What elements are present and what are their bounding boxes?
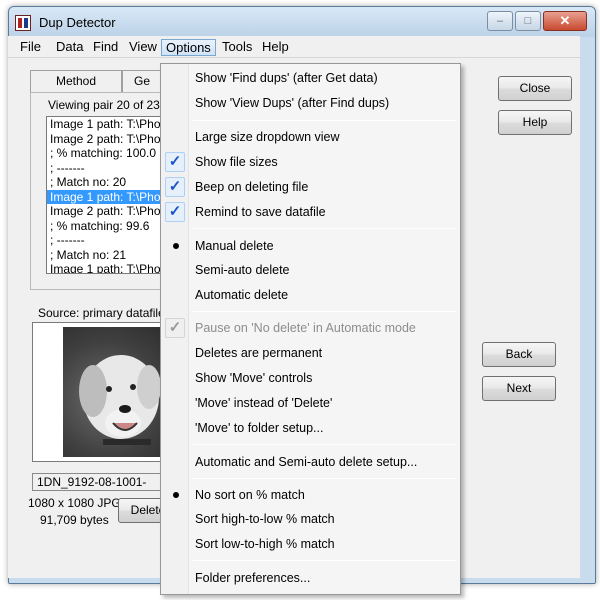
menu-item-label: Show 'Move' controls — [195, 371, 313, 385]
menu-item-label: Automatic and Semi-auto delete setup... — [195, 455, 418, 469]
menu-item-large-dropdown[interactable]: Large size dropdown view — [163, 126, 458, 148]
tab-get[interactable]: Ge — [122, 70, 162, 92]
menu-item-show-view-dups[interactable]: Show 'View Dups' (after Find dups) — [163, 92, 458, 114]
menu-item-label: Show file sizes — [195, 155, 278, 169]
menu-help[interactable]: Help — [258, 39, 293, 56]
menu-item-automatic-delete[interactable]: Automatic delete — [163, 284, 458, 306]
menu-file[interactable]: File — [16, 39, 45, 56]
radio-bullet-icon — [173, 492, 179, 498]
menu-options[interactable]: Options — [161, 39, 216, 56]
menu-item-sort-high-to-low[interactable]: Sort high-to-low % match — [163, 508, 458, 530]
pair-header: Viewing pair 20 of 230 — [48, 98, 167, 112]
menu-item-manual-delete[interactable]: Manual delete — [163, 235, 458, 257]
menu-item-deletes-permanent[interactable]: Deletes are permanent — [163, 342, 458, 364]
dog-image — [79, 355, 161, 445]
menu-item-folder-preferences[interactable]: Folder preferences... — [163, 567, 458, 589]
menu-item-label: 'Move' to folder setup... — [195, 421, 324, 435]
checkmark-icon: ✓ — [165, 318, 185, 338]
menu-tools[interactable]: Tools — [218, 39, 256, 56]
list-item[interactable]: ; Match no: 20 — [47, 175, 161, 190]
list-item[interactable]: ; % matching: 99.6 — [47, 219, 161, 234]
source-label: Source: primary datafile — [38, 306, 165, 320]
menu-separator — [193, 120, 456, 121]
menu-item-label: Sort high-to-low % match — [195, 512, 335, 526]
menu-item-no-sort[interactable]: No sort on % match — [163, 484, 458, 506]
list-item[interactable]: ; ------- — [47, 161, 161, 176]
image-preview-frame — [32, 322, 172, 462]
help-button[interactable]: Help — [498, 110, 572, 135]
menu-item-show-move-controls[interactable]: Show 'Move' controls — [163, 367, 458, 389]
menu-separator — [193, 478, 456, 479]
list-item[interactable]: Image 1 path: T:\Photo — [47, 117, 161, 132]
match-list[interactable]: Image 1 path: T:\Photo Image 2 path: T:\… — [46, 116, 162, 274]
list-item[interactable]: ; % matching: 100.0 — [47, 146, 161, 161]
list-item-selected[interactable]: Image 1 path: T:\Photo — [47, 189, 161, 204]
menu-item-semi-auto-delete[interactable]: Semi-auto delete — [163, 259, 458, 281]
menu-item-label: Folder preferences... — [195, 571, 311, 585]
menu-view[interactable]: View — [125, 39, 161, 56]
list-item[interactable]: Image 1 path: T:\Photo — [47, 262, 161, 273]
menu-data[interactable]: Data — [52, 39, 87, 56]
menu-separator — [193, 311, 456, 312]
menu-item-remind-save[interactable]: ✓ Remind to save datafile — [163, 201, 458, 223]
menu-item-label: Semi-auto delete — [195, 263, 290, 277]
menu-item-label: Pause on 'No delete' in Automatic mode — [195, 321, 416, 335]
image-file-size: 91,709 bytes — [40, 513, 109, 527]
menu-separator — [193, 444, 456, 445]
image-dimensions: 1080 x 1080 JPG — [28, 496, 121, 510]
next-button[interactable]: Next — [482, 376, 556, 401]
back-button[interactable]: Back — [482, 342, 556, 367]
menu-bar: File Data Find View Options Tools Help — [8, 36, 580, 58]
app-icon[interactable] — [15, 15, 31, 31]
menu-item-show-file-sizes[interactable]: ✓ Show file sizes — [163, 151, 458, 173]
menu-item-label: 'Move' instead of 'Delete' — [195, 396, 333, 410]
checkmark-icon: ✓ — [165, 177, 185, 197]
tab-method[interactable]: Method — [30, 70, 122, 92]
menu-item-label: Beep on deleting file — [195, 180, 309, 194]
list-item[interactable]: ; Match no: 21 — [47, 248, 161, 263]
menu-item-label: Large size dropdown view — [195, 130, 340, 144]
minimize-button[interactable]: – — [487, 11, 513, 31]
menu-item-label: No sort on % match — [195, 488, 305, 502]
dog-photo — [63, 327, 171, 457]
menu-item-label: Remind to save datafile — [195, 205, 326, 219]
menu-separator — [193, 228, 456, 229]
checkmark-icon: ✓ — [165, 202, 185, 222]
menu-item-label: Sort low-to-high % match — [195, 537, 335, 551]
window-title: Dup Detector — [39, 15, 116, 30]
menu-separator — [193, 560, 456, 561]
menu-item-pause-no-delete: ✓ Pause on 'No delete' in Automatic mode — [163, 317, 458, 339]
menu-item-label: Manual delete — [195, 239, 274, 253]
menu-item-label: Show 'View Dups' (after Find dups) — [195, 96, 390, 110]
menu-item-label: Automatic delete — [195, 288, 289, 302]
file-name-field: 1DN_9192-08-1001- — [32, 473, 176, 491]
menu-item-beep-on-delete[interactable]: ✓ Beep on deleting file — [163, 176, 458, 198]
close-window-button[interactable]: ✕ — [543, 11, 587, 31]
checkmark-icon: ✓ — [165, 152, 185, 172]
list-item[interactable]: Image 2 path: T:\Photo — [47, 204, 161, 219]
close-button[interactable]: Close — [498, 76, 572, 101]
menu-item-delete-setup[interactable]: Automatic and Semi-auto delete setup... — [163, 451, 458, 473]
title-bar[interactable]: Dup Detector – □ ✕ — [9, 7, 595, 37]
maximize-button[interactable]: □ — [515, 11, 541, 31]
options-menu: Show 'Find dups' (after Get data) Show '… — [160, 63, 461, 595]
menu-item-show-find-dups[interactable]: Show 'Find dups' (after Get data) — [163, 67, 458, 89]
menu-item-label: Deletes are permanent — [195, 346, 323, 360]
menu-find[interactable]: Find — [89, 39, 122, 56]
menu-item-move-folder-setup[interactable]: 'Move' to folder setup... — [163, 417, 458, 439]
menu-item-sort-low-to-high[interactable]: Sort low-to-high % match — [163, 533, 458, 555]
list-item[interactable]: Image 2 path: T:\Photo — [47, 132, 161, 147]
list-item[interactable]: ; ------- — [47, 233, 161, 248]
menu-item-move-instead-of-delete[interactable]: 'Move' instead of 'Delete' — [163, 392, 458, 414]
radio-bullet-icon — [173, 243, 179, 249]
menu-item-label: Show 'Find dups' (after Get data) — [195, 71, 378, 85]
